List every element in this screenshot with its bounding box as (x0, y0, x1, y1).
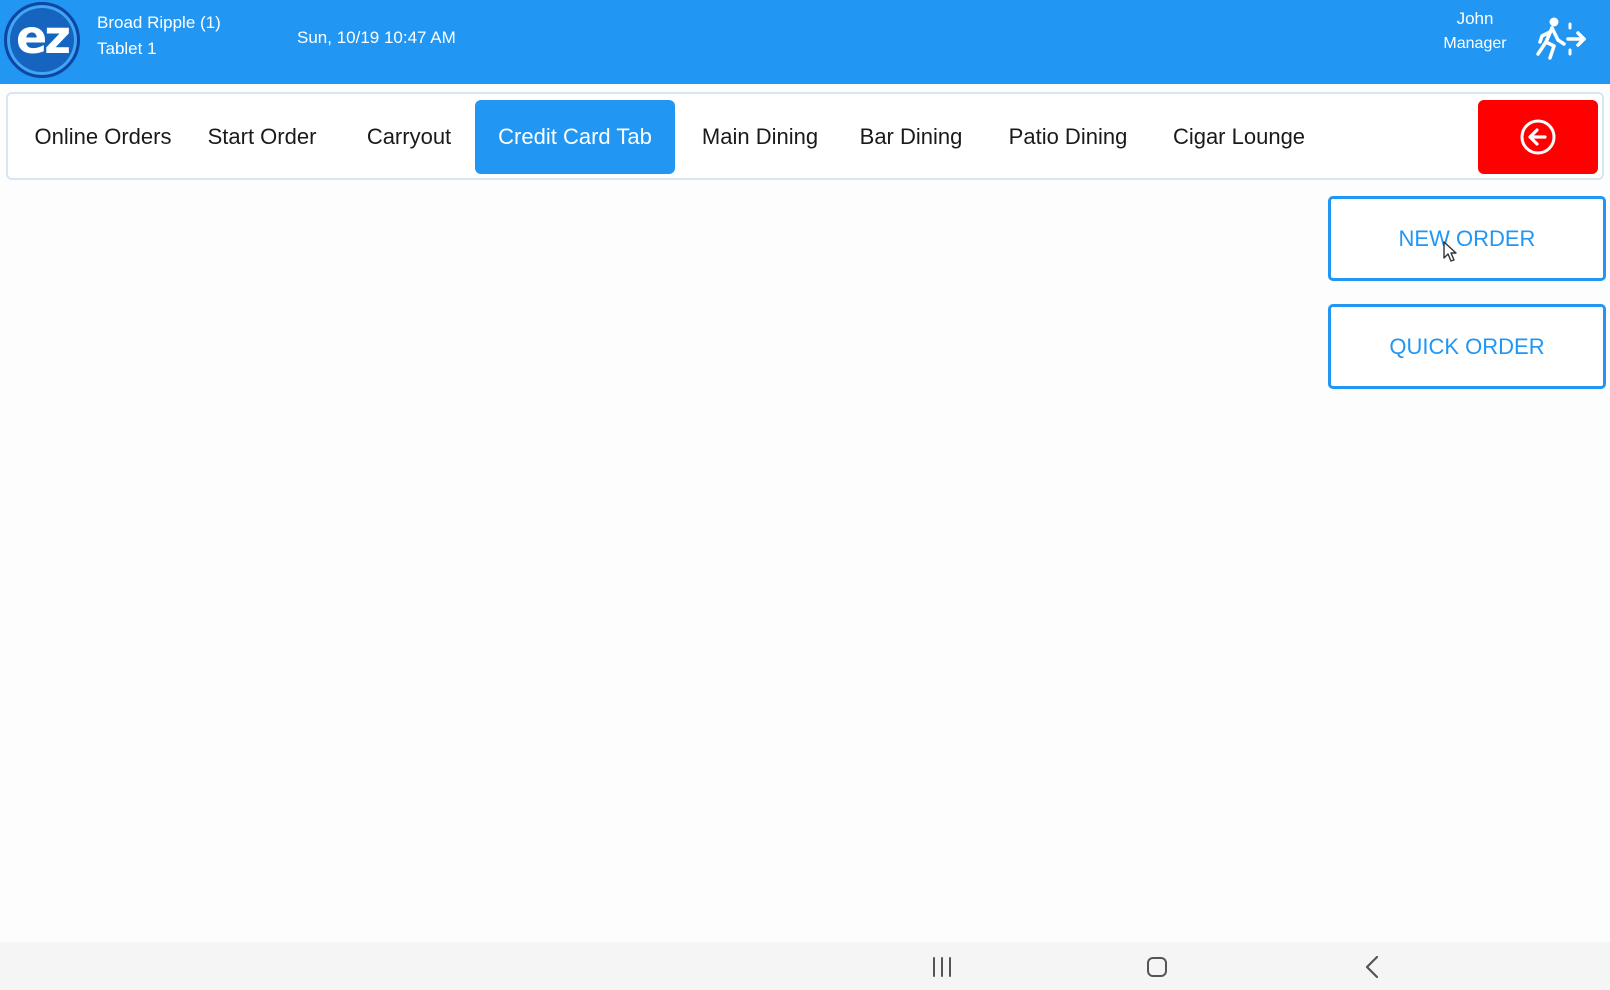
header-bar: ez Broad Ripple (1) Tablet 1 Sun, 10/19 … (0, 0, 1610, 84)
tab-bar-dining[interactable]: Bar Dining (846, 100, 976, 174)
section-tab-bar: Online Orders Start Order Carryout Credi… (6, 92, 1604, 180)
back-icon[interactable] (1358, 952, 1388, 982)
location-info: Broad Ripple (1) Tablet 1 (97, 10, 221, 62)
recent-apps-icon[interactable] (927, 952, 957, 982)
system-nav-bar (0, 942, 1610, 990)
back-button[interactable] (1478, 100, 1598, 174)
tab-cigar-lounge[interactable]: Cigar Lounge (1156, 100, 1322, 174)
quick-order-button[interactable]: QUICK ORDER (1328, 304, 1606, 389)
arrow-left-circle-icon (1520, 119, 1556, 155)
tab-credit-card-tab[interactable]: Credit Card Tab (475, 100, 675, 174)
home-icon[interactable] (1142, 952, 1172, 982)
exit-running-person-icon[interactable] (1534, 14, 1590, 64)
current-datetime: Sun, 10/19 10:47 AM (297, 28, 456, 47)
new-order-button[interactable]: NEW ORDER (1328, 196, 1606, 281)
user-info: John Manager (1420, 6, 1530, 56)
location-name: Broad Ripple (1) (97, 13, 221, 32)
logo-text: ez (16, 10, 71, 64)
tab-main-dining[interactable]: Main Dining (688, 100, 832, 174)
tab-start-order[interactable]: Start Order (192, 100, 332, 174)
user-name: John (1456, 9, 1494, 28)
tab-patio-dining[interactable]: Patio Dining (994, 100, 1142, 174)
tab-carryout[interactable]: Carryout (346, 100, 472, 174)
mouse-cursor-icon (1443, 241, 1459, 263)
ez-logo: ez (4, 2, 80, 78)
user-role: Manager (1443, 35, 1507, 52)
tab-online-orders[interactable]: Online Orders (22, 100, 184, 174)
device-name: Tablet 1 (97, 39, 157, 58)
